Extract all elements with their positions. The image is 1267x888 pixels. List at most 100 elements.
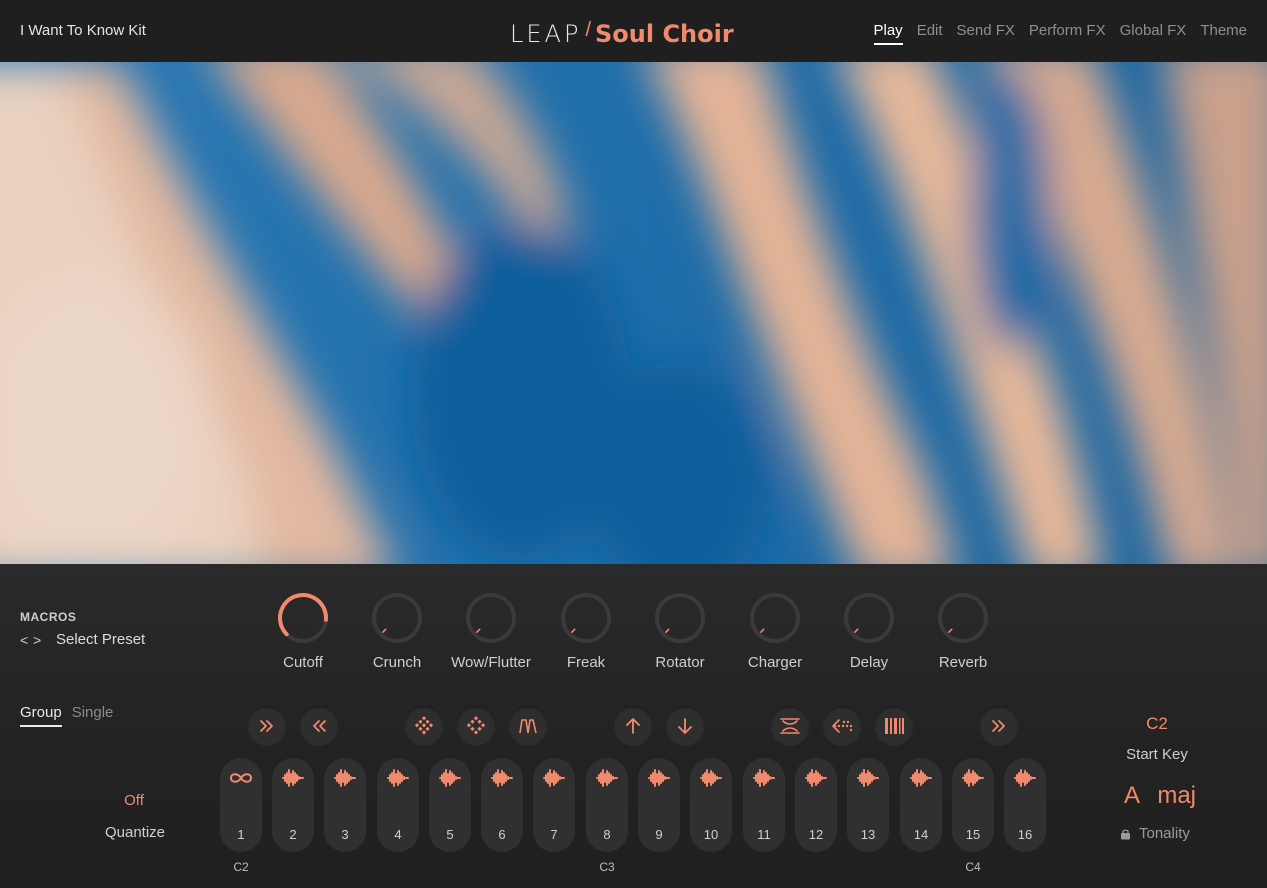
- pad-number: 4: [394, 827, 402, 842]
- knob-label: Rotator: [655, 654, 705, 671]
- knob-value-arc: [278, 593, 328, 637]
- envelope-shape-icon: [519, 719, 537, 734]
- slices-icon: [885, 718, 904, 734]
- pad-number: 15: [965, 827, 981, 842]
- pad-6[interactable]: 6: [481, 758, 523, 852]
- waveform-icon: [543, 769, 565, 787]
- pad-12[interactable]: 12: [795, 758, 837, 852]
- logo-slash: /: [585, 19, 591, 41]
- select-preset-button[interactable]: Select Preset: [56, 631, 145, 648]
- mode-group[interactable]: Group: [20, 704, 62, 727]
- pad-number: 6: [498, 827, 506, 842]
- pad-15[interactable]: 15: [952, 758, 994, 852]
- slices-button[interactable]: [874, 706, 914, 746]
- knob-indicator: [665, 628, 670, 633]
- pad-7[interactable]: 7: [533, 758, 575, 852]
- tab-edit[interactable]: Edit: [917, 22, 943, 45]
- shuffle-grid-button[interactable]: [404, 706, 444, 746]
- fast-forward-button-2[interactable]: [979, 706, 1019, 746]
- tab-theme[interactable]: Theme: [1200, 22, 1247, 45]
- prev-preset-icon[interactable]: <: [20, 632, 33, 648]
- knob-label: Wow/Flutter: [451, 654, 531, 671]
- knob-label: Reverb: [938, 654, 988, 671]
- waveform-icon: [334, 769, 356, 787]
- knob-wow-flutter[interactable]: Wow/Flutter: [444, 590, 538, 671]
- pad-4[interactable]: 4: [377, 758, 419, 852]
- artwork-image: [0, 62, 1267, 564]
- reverse-button[interactable]: [822, 706, 862, 746]
- pad-8[interactable]: 8: [586, 758, 628, 852]
- knob-label: Crunch: [372, 654, 422, 671]
- pad-11[interactable]: 11: [743, 758, 785, 852]
- knob-freak[interactable]: Freak: [539, 590, 633, 671]
- envelope-button[interactable]: [508, 706, 548, 746]
- shuffle-grid-alt-button[interactable]: [456, 706, 496, 746]
- pad-1[interactable]: 1: [220, 758, 262, 852]
- next-preset-icon[interactable]: >: [33, 632, 46, 648]
- knob-indicator: [854, 628, 859, 633]
- quantize-value[interactable]: Off: [114, 792, 154, 809]
- pad-2[interactable]: 2: [272, 758, 314, 852]
- tonality-value[interactable]: A maj: [1110, 782, 1210, 810]
- pad-10[interactable]: 10: [690, 758, 732, 852]
- start-key-value[interactable]: C2: [1137, 714, 1177, 734]
- knob-cutoff[interactable]: Cutoff: [256, 590, 350, 671]
- rewind-button[interactable]: [299, 706, 339, 746]
- knob-reverb[interactable]: Reverb: [916, 590, 1010, 671]
- waveform-icon: [1014, 769, 1036, 787]
- knob-dial[interactable]: [841, 590, 897, 646]
- fast-forward-icon: [992, 720, 1005, 732]
- knob-indicator: [571, 628, 576, 633]
- pad-number: 12: [808, 827, 824, 842]
- waveform-icon: [648, 769, 670, 787]
- mode-single[interactable]: Single: [72, 704, 114, 727]
- arrow-up-icon: [626, 718, 640, 734]
- pad-13[interactable]: 13: [847, 758, 889, 852]
- preset-selector: < > Select Preset: [20, 631, 145, 648]
- pad-number: 16: [1017, 827, 1033, 842]
- pitch-up-button[interactable]: [613, 706, 653, 746]
- knob-label: Cutoff: [283, 654, 323, 671]
- knob-track: [561, 593, 611, 643]
- knob-crunch[interactable]: Crunch: [350, 590, 444, 671]
- fast-forward-button[interactable]: [247, 706, 287, 746]
- pad-16[interactable]: 16: [1004, 758, 1046, 852]
- knob-dial[interactable]: [463, 590, 519, 646]
- waveform-icon: [439, 769, 461, 787]
- pad-number: 2: [289, 827, 297, 842]
- pad-number: 10: [703, 827, 719, 842]
- compress-button[interactable]: [770, 706, 810, 746]
- tonality-label-row: Tonality: [1120, 825, 1190, 842]
- waveform-icon: [596, 769, 618, 787]
- knob-dial[interactable]: [652, 590, 708, 646]
- octave-label-c4: C4: [965, 860, 981, 874]
- loop-icon: [229, 773, 253, 783]
- knob-dial[interactable]: [275, 590, 331, 646]
- tab-perform-fx[interactable]: Perform FX: [1029, 22, 1106, 45]
- pitch-down-button[interactable]: [665, 706, 705, 746]
- tab-send-fx[interactable]: Send FX: [957, 22, 1015, 45]
- knob-rotator[interactable]: Rotator: [633, 590, 727, 671]
- knob-dial[interactable]: [369, 590, 425, 646]
- kit-name[interactable]: I Want To Know Kit: [20, 22, 146, 39]
- knob-dial[interactable]: [747, 590, 803, 646]
- knob-dial[interactable]: [558, 590, 614, 646]
- tab-global-fx[interactable]: Global FX: [1120, 22, 1187, 45]
- knob-delay[interactable]: Delay: [822, 590, 916, 671]
- knob-track: [466, 593, 516, 643]
- pad-number: 13: [860, 827, 876, 842]
- knob-dial[interactable]: [935, 590, 991, 646]
- fast-forward-icon: [260, 720, 273, 732]
- product-logo: LEAP / Soul Choir: [510, 14, 734, 48]
- lock-icon[interactable]: [1120, 828, 1131, 840]
- grid-shuffle-icon: [414, 716, 434, 735]
- pad-3[interactable]: 3: [324, 758, 366, 852]
- pad-9[interactable]: 9: [638, 758, 680, 852]
- pad-14[interactable]: 14: [900, 758, 942, 852]
- waveform-icon: [753, 769, 775, 787]
- tab-play[interactable]: Play: [873, 22, 903, 45]
- knob-charger[interactable]: Charger: [728, 590, 822, 671]
- logo-leap-text: LEAP: [510, 20, 582, 48]
- pad-5[interactable]: 5: [429, 758, 471, 852]
- main-nav: Play Edit Send FX Perform FX Global FX T…: [873, 22, 1247, 45]
